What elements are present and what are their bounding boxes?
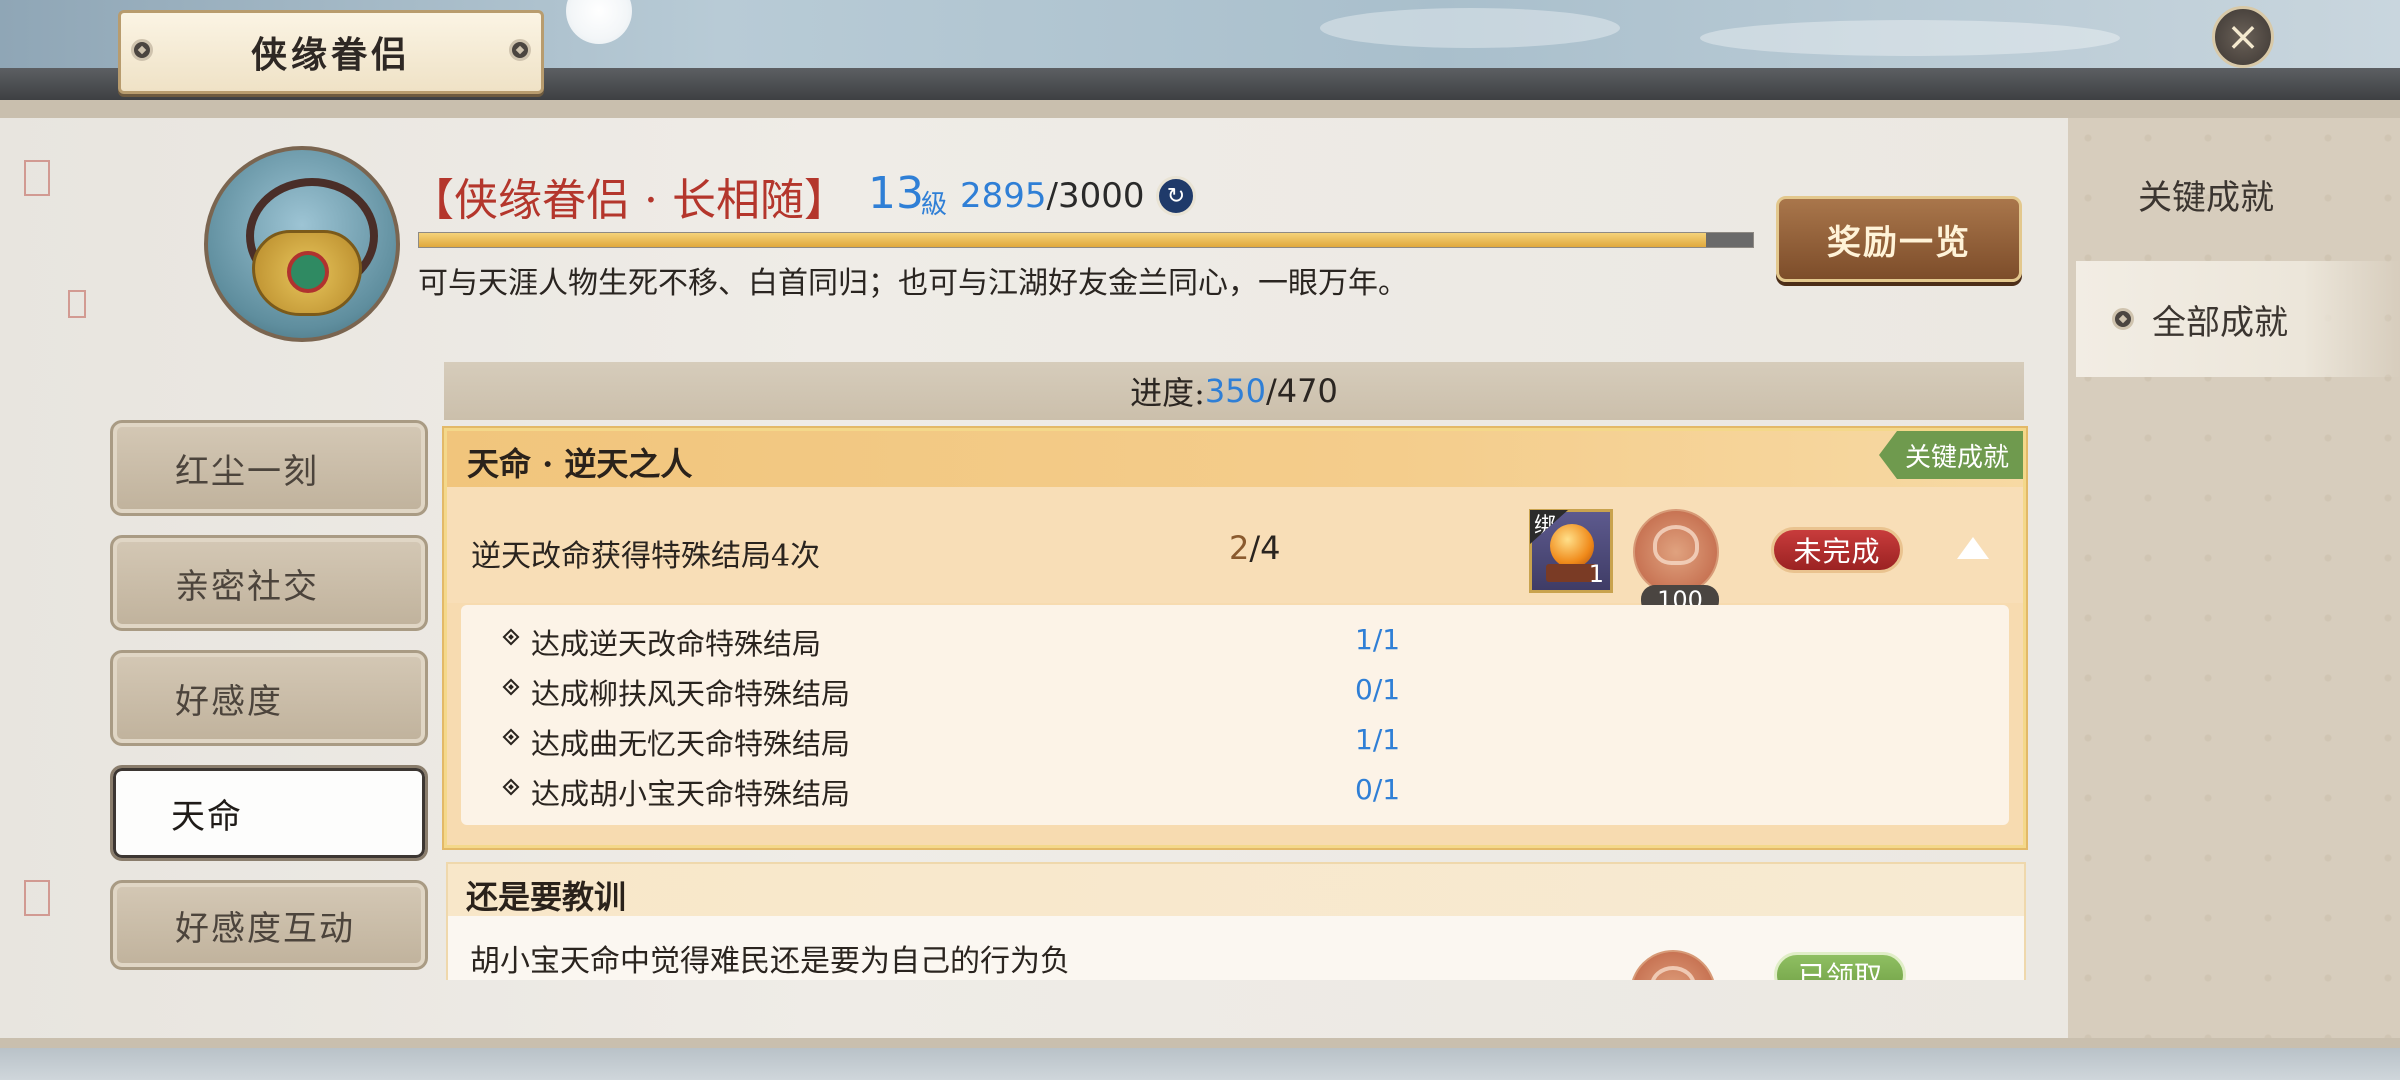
reward-item-slot[interactable]: 绑 1 (1529, 509, 1613, 593)
close-icon: × (2226, 14, 2260, 60)
cloud (1320, 8, 1620, 48)
xp-readout: 2895/3000 (960, 176, 1145, 216)
achievement-description: 可与天涯人物生死不移、白首同归；也可与江湖好友金兰同心，一眼万年。 (418, 266, 1408, 301)
sub-goal-row: 达成曲无忆天命特殊结局 1/1 (461, 715, 2009, 765)
xp-progress-fill (419, 233, 1707, 247)
orb-item-icon (1550, 524, 1594, 568)
achievement-card[interactable]: 还是要教训 胡小宝天命中觉得难民还是要为自己的行为负 已领取 (446, 862, 2026, 980)
progress-label: 进度: (1130, 374, 1205, 412)
reward-list-button[interactable]: 奖励一览 (1776, 196, 2022, 282)
sub-goal-row: 达成逆天改命特殊结局 1/1 (461, 615, 2009, 665)
level-unit: 級 (921, 190, 948, 220)
collapse-arrow-icon[interactable] (1957, 537, 1989, 559)
key-achievement-tag: 关键成就 (1878, 431, 2023, 479)
right-sidebar (2068, 118, 2400, 1038)
count-done: 2 (1229, 529, 1250, 567)
lock-pendant-icon (252, 230, 362, 316)
category-tab[interactable]: 好感度互动 (110, 880, 428, 970)
calligraphy-column (32, 210, 44, 460)
ornament-icon (131, 39, 153, 61)
achievement-list[interactable]: 天命 · 逆天之人 关键成就 逆天改命获得特殊结局4次 2/4 绑 1 100 … (440, 418, 2030, 980)
item-quantity: 1 (1588, 560, 1604, 588)
achievement-level: 13 (868, 168, 924, 219)
window-title-plate: 侠缘眷侣 (118, 10, 544, 94)
tab-label: 关键成就 (2138, 177, 2274, 218)
card-description: 胡小宝天命中觉得难民还是要为自己的行为负 (470, 944, 1070, 979)
bullet-icon (502, 778, 520, 796)
card-header: 天命 · 逆天之人 关键成就 (447, 431, 2023, 487)
progress-header: 进度: 350/470 (444, 362, 2024, 420)
window-title: 侠缘眷侣 (250, 34, 411, 76)
progress-total: /470 (1266, 372, 1338, 410)
achievement-avatar (204, 146, 400, 342)
category-tab[interactable]: 好感度 (110, 650, 428, 746)
sub-goal-text: 达成柳扶风天命特殊结局 (531, 677, 851, 711)
category-tab-label: 红尘一刻 (175, 451, 319, 492)
card-header: 还是要教训 (448, 864, 2024, 916)
close-button[interactable]: × (2212, 6, 2274, 68)
category-tab-label: 好感度互动 (175, 908, 355, 949)
category-tab-label: 天命 (171, 796, 243, 837)
card-title: 还是要教训 (466, 878, 627, 916)
decorative-calligraphy (18, 160, 86, 920)
xp-progress-bar (418, 232, 1754, 248)
selected-ornament-icon (2112, 308, 2134, 330)
refresh-icon[interactable]: ↻ (1156, 176, 1196, 216)
tab-label: 全部成就 (2152, 302, 2288, 343)
sub-goal-row: 达成胡小宝天命特殊结局 0/1 (461, 765, 2009, 815)
category-tab-active[interactable]: 天命 (110, 765, 428, 861)
bullet-icon (502, 678, 520, 696)
tab-key-achievements[interactable]: 关键成就 (2076, 136, 2400, 252)
category-tab-label: 好感度 (175, 681, 283, 722)
card-title: 天命 · 逆天之人 (467, 445, 693, 483)
cloud (1700, 20, 2120, 56)
progress-current: 350 (1204, 372, 1266, 410)
sub-goal-value: 1/1 (1355, 723, 1401, 756)
bottom-strip (0, 1048, 2400, 1080)
achievement-points-icon[interactable] (1633, 509, 1719, 595)
xp-max: /3000 (1046, 176, 1145, 216)
card-count: 2/4 (1229, 529, 1281, 567)
bullet-icon (502, 628, 520, 646)
xp-current: 2895 (960, 176, 1047, 216)
sub-goal-text: 达成胡小宝天命特殊结局 (531, 777, 851, 811)
ornament-icon (509, 39, 531, 61)
card-row: 逆天改命获得特殊结局4次 2/4 绑 1 100 未完成 (447, 487, 2023, 615)
count-total: /4 (1249, 529, 1281, 567)
sub-goal-text: 达成曲无忆天命特殊结局 (531, 727, 851, 761)
status-claimed-badge: 已领取 (1774, 952, 1906, 980)
sub-goal-text: 达成逆天改命特殊结局 (531, 627, 822, 661)
achievement-card-expanded[interactable]: 天命 · 逆天之人 关键成就 逆天改命获得特殊结局4次 2/4 绑 1 100 … (444, 428, 2026, 848)
sub-goal-row: 达成柳扶风天命特殊结局 0/1 (461, 665, 2009, 715)
seal-stamp (24, 880, 50, 916)
bullet-icon (502, 728, 520, 746)
sub-goal-value: 0/1 (1355, 773, 1401, 806)
seal-stamp (24, 160, 50, 196)
sub-goal-list: 达成逆天改命特殊结局 1/1 达成柳扶风天命特殊结局 0/1 达成曲无忆天命特殊… (461, 605, 2009, 825)
card-description: 逆天改命获得特殊结局4次 (471, 539, 821, 574)
category-tab[interactable]: 红尘一刻 (110, 420, 428, 516)
category-tab-label: 亲密社交 (175, 566, 319, 607)
status-incomplete-badge: 未完成 (1771, 527, 1903, 573)
achievement-title: 【侠缘眷侣 · 长相随】 (410, 175, 848, 226)
sub-goal-value: 0/1 (1355, 673, 1401, 706)
tab-all-achievements[interactable]: 全部成就 (2076, 261, 2400, 377)
sub-goal-value: 1/1 (1355, 623, 1401, 656)
category-tab[interactable]: 亲密社交 (110, 535, 428, 631)
achievement-points-icon[interactable] (1630, 950, 1716, 980)
seal-stamp (68, 290, 86, 318)
